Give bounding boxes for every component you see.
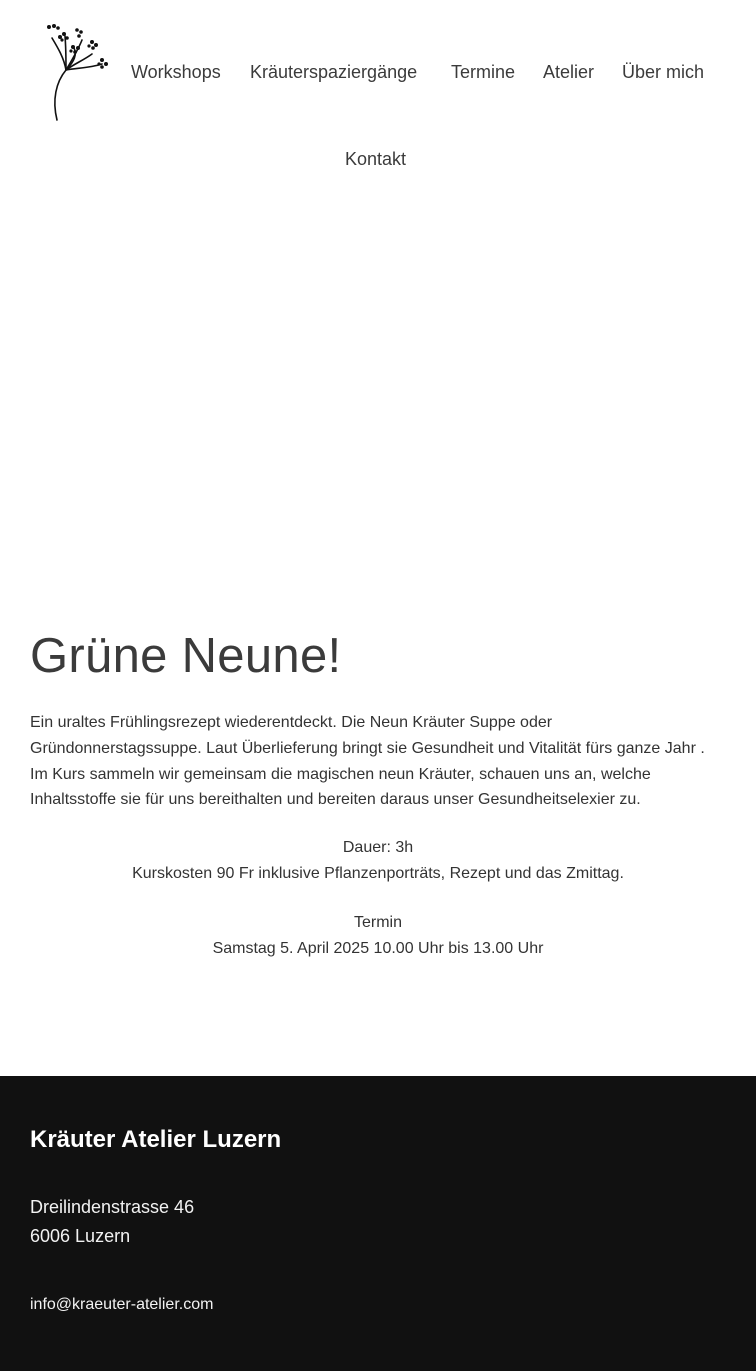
footer-email-link[interactable]: info@kraeuter-atelier.com (30, 1294, 213, 1316)
nav-item-kontakt[interactable]: Kontakt (345, 148, 406, 170)
course-details: Dauer: 3h Kurskosten 90 Fr inklusive Pfl… (30, 835, 726, 962)
footer-street: Dreilindenstrasse 46 (30, 1197, 195, 1217)
main-content: Grüne Neune! Ein uraltes Frühlingsrezept… (30, 624, 726, 962)
course-date-value: Samstag 5. April 2025 10.00 Uhr bis 13.0… (212, 940, 544, 958)
footer-title: Kräuter Atelier Luzern (30, 1126, 282, 1153)
site-header: Workshops Kräuterspaziergänge Termine At… (0, 0, 756, 200)
nav-item-termine[interactable]: Termine (451, 61, 515, 83)
dandelion-logo-icon[interactable] (44, 20, 110, 124)
footer-address: Dreilindenstrasse 46 6006 Luzern (30, 1193, 194, 1251)
nav-item-atelier[interactable]: Atelier (543, 61, 594, 83)
nav-item-kraeuterspaziergaenge[interactable]: Kräuterspaziergänge (250, 61, 417, 83)
nav-item-workshops[interactable]: Workshops (131, 61, 221, 83)
course-duration: Dauer: 3h (342, 839, 414, 857)
nav-item-ueber-mich[interactable]: Über mich (622, 61, 704, 83)
site-footer: Kräuter Atelier Luzern Dreilindenstrasse… (0, 1076, 756, 1371)
course-cost: Kurskosten 90 Fr inklusive Pflanzenportr… (132, 865, 624, 883)
page-title: Grüne Neune! (30, 629, 342, 683)
intro-paragraph: Ein uraltes Frühlingsrezept wiederentdec… (30, 714, 705, 809)
hero-image-area (0, 200, 756, 620)
footer-city: 6006 Luzern (30, 1226, 131, 1246)
course-date-label: Termin (353, 914, 402, 932)
